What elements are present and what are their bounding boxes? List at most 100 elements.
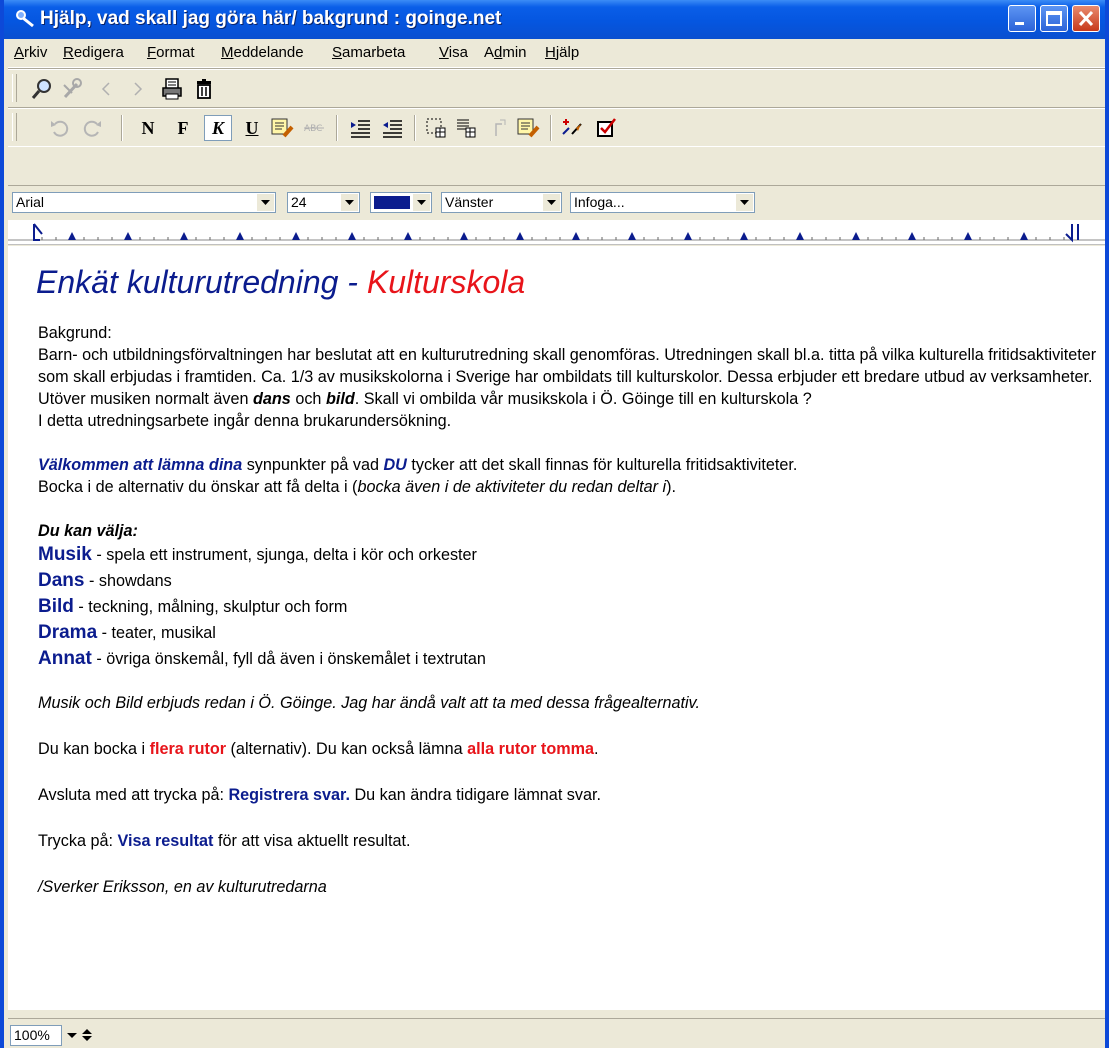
finish-bold: Registrera svar. bbox=[228, 786, 350, 804]
result-bold: Visa resultat bbox=[117, 832, 214, 850]
multi-end: . bbox=[594, 740, 599, 758]
menu-admin[interactable]: Admin bbox=[484, 44, 527, 61]
ruler[interactable] bbox=[8, 220, 1105, 245]
option-desc: - spela ett instrument, sjunga, delta i … bbox=[91, 546, 477, 564]
zoom-value[interactable]: 100% bbox=[10, 1025, 62, 1046]
outdent-icon[interactable] bbox=[380, 116, 404, 140]
multi-red-2: alla rutor tomma bbox=[467, 740, 595, 758]
document-area[interactable]: Enkät kulturutredning - Kulturskola Bakg… bbox=[8, 246, 1105, 1010]
undo-icon[interactable] bbox=[48, 116, 72, 140]
italic-button[interactable]: K bbox=[204, 115, 232, 141]
font-value: Arial bbox=[16, 194, 45, 210]
list-item: Drama - teater, musikal bbox=[38, 620, 1098, 646]
font-select[interactable]: Arial bbox=[12, 192, 276, 213]
chevron-down-icon[interactable] bbox=[65, 1027, 79, 1048]
insert-select[interactable]: Infoga... bbox=[570, 192, 755, 213]
intro-paragraph: Barn- och utbildningsförvaltningen har b… bbox=[38, 344, 1098, 410]
welcome-end: tycker att det skall finnas för kulturel… bbox=[406, 456, 798, 474]
table-icon[interactable] bbox=[424, 116, 448, 140]
color-swatch bbox=[374, 196, 410, 209]
next-icon[interactable] bbox=[126, 77, 150, 101]
toolbar-separator bbox=[414, 115, 416, 141]
menu-redigera[interactable]: Redigera bbox=[63, 44, 124, 61]
insert-value: Infoga... bbox=[574, 194, 625, 210]
title-part-2: Kulturskola bbox=[366, 264, 526, 300]
color-select[interactable] bbox=[370, 192, 432, 213]
bocka-end: ). bbox=[666, 478, 676, 496]
menu-meddelande[interactable]: Meddelande bbox=[221, 44, 304, 61]
multi-red-1: flera rutor bbox=[149, 740, 227, 758]
search-icon[interactable] bbox=[30, 77, 54, 101]
highlight-icon[interactable] bbox=[270, 116, 294, 140]
redo-icon[interactable] bbox=[80, 116, 104, 140]
bold-button[interactable]: N bbox=[136, 116, 160, 140]
insert-image-icon[interactable] bbox=[486, 116, 510, 140]
toolbar-grip[interactable] bbox=[12, 113, 17, 141]
size-select[interactable]: 24 bbox=[287, 192, 360, 213]
signature: /Sverker Eriksson, en av kulturutredarna bbox=[38, 878, 327, 896]
toolbar-grip[interactable] bbox=[12, 74, 17, 102]
title-part-1: Enkät kulturutredning - bbox=[36, 264, 367, 300]
welcome-mid: synpunkter på vad bbox=[242, 456, 384, 474]
menu-hjalp[interactable]: Hjälp bbox=[545, 44, 579, 61]
document-title: Enkät kulturutredning - Kulturskola bbox=[36, 262, 1098, 302]
list-item: Annat - övriga önskemål, fyll då även i … bbox=[38, 646, 1098, 672]
chevron-down-icon[interactable] bbox=[543, 194, 560, 211]
maximize-button[interactable] bbox=[1040, 5, 1068, 32]
menu-arkiv[interactable]: Arkiv bbox=[14, 44, 47, 61]
main-toolbar bbox=[8, 69, 1105, 108]
editor-window: Hjälp, vad skall jag göra här/ bakgrund … bbox=[0, 0, 1109, 1048]
title-bar[interactable]: Hjälp, vad skall jag göra här/ bakgrund … bbox=[4, 0, 1105, 39]
menu-format[interactable]: Format bbox=[147, 44, 195, 61]
trash-icon[interactable] bbox=[192, 77, 216, 101]
option-desc: - teater, musikal bbox=[97, 624, 216, 642]
fat-button[interactable]: F bbox=[171, 116, 195, 140]
bocka-italic: bocka även i de aktiviteter du redan del… bbox=[357, 478, 667, 496]
close-button[interactable] bbox=[1072, 5, 1100, 32]
option-name: Dans bbox=[38, 570, 85, 591]
print-icon[interactable] bbox=[160, 77, 184, 101]
strike-icon[interactable]: ABC bbox=[302, 116, 326, 140]
intro-label: Bakgrund: bbox=[38, 324, 112, 342]
intro-bild: bild bbox=[325, 390, 355, 408]
align-value: Vänster bbox=[445, 194, 494, 210]
option-desc: - teckning, målning, skulptur och form bbox=[73, 598, 348, 616]
chevron-down-icon[interactable] bbox=[413, 194, 430, 211]
intro-och: och bbox=[290, 390, 326, 408]
toolbar-separator bbox=[336, 115, 338, 141]
table-format-icon[interactable] bbox=[454, 116, 478, 140]
menu-visa[interactable]: Visa bbox=[439, 44, 468, 61]
size-value: 24 bbox=[291, 194, 307, 210]
menu-samarbeta[interactable]: Samarbeta bbox=[332, 44, 405, 61]
status-bar: 100% bbox=[8, 1018, 1105, 1048]
indent-icon[interactable] bbox=[348, 116, 372, 140]
welcome-paragraph: Välkommen att lämna dina synpunkter på v… bbox=[38, 454, 1098, 476]
finish-end: Du kan ändra tidigare lämnat svar. bbox=[349, 786, 601, 804]
chevron-down-icon[interactable] bbox=[736, 194, 753, 211]
result-start: Trycka på: bbox=[38, 832, 118, 850]
chevron-down-icon[interactable] bbox=[257, 194, 274, 211]
underline-button[interactable]: U bbox=[240, 116, 264, 140]
zoom-spinner-icon[interactable] bbox=[80, 1026, 94, 1048]
list-item: Bild - teckning, målning, skulptur och f… bbox=[38, 594, 1098, 620]
checkbox-icon[interactable] bbox=[594, 116, 618, 140]
tools-icon[interactable] bbox=[60, 77, 84, 101]
align-select[interactable]: Vänster bbox=[441, 192, 562, 213]
spell-check-icon[interactable] bbox=[560, 116, 584, 140]
multi-paragraph: Du kan bocka i flera rutor (alternativ).… bbox=[38, 738, 1098, 760]
toolbar-separator bbox=[550, 115, 552, 141]
minimize-button[interactable] bbox=[1008, 5, 1036, 32]
font-toolbar bbox=[8, 146, 1105, 186]
result-paragraph: Trycka på: Visa resultat för att visa ak… bbox=[38, 830, 1098, 852]
document-content: Enkät kulturutredning - Kulturskola Bakg… bbox=[36, 262, 1098, 898]
zoom-control[interactable]: 100% bbox=[10, 1025, 125, 1047]
intro-line-3: I detta utredningsarbete ingår denna bru… bbox=[38, 412, 452, 430]
chevron-down-icon[interactable] bbox=[341, 194, 358, 211]
ruler-scale bbox=[8, 220, 1105, 243]
bocka-start: Bocka i de alternativ du önskar att få d… bbox=[38, 478, 358, 496]
finish-start: Avsluta med att trycka på: bbox=[38, 786, 229, 804]
edit-image-icon[interactable] bbox=[516, 116, 540, 140]
prev-icon[interactable] bbox=[94, 77, 118, 101]
option-desc: - övriga önskemål, fyll då även i önskem… bbox=[91, 650, 486, 668]
finish-paragraph: Avsluta med att trycka på: Registrera sv… bbox=[38, 784, 1098, 806]
